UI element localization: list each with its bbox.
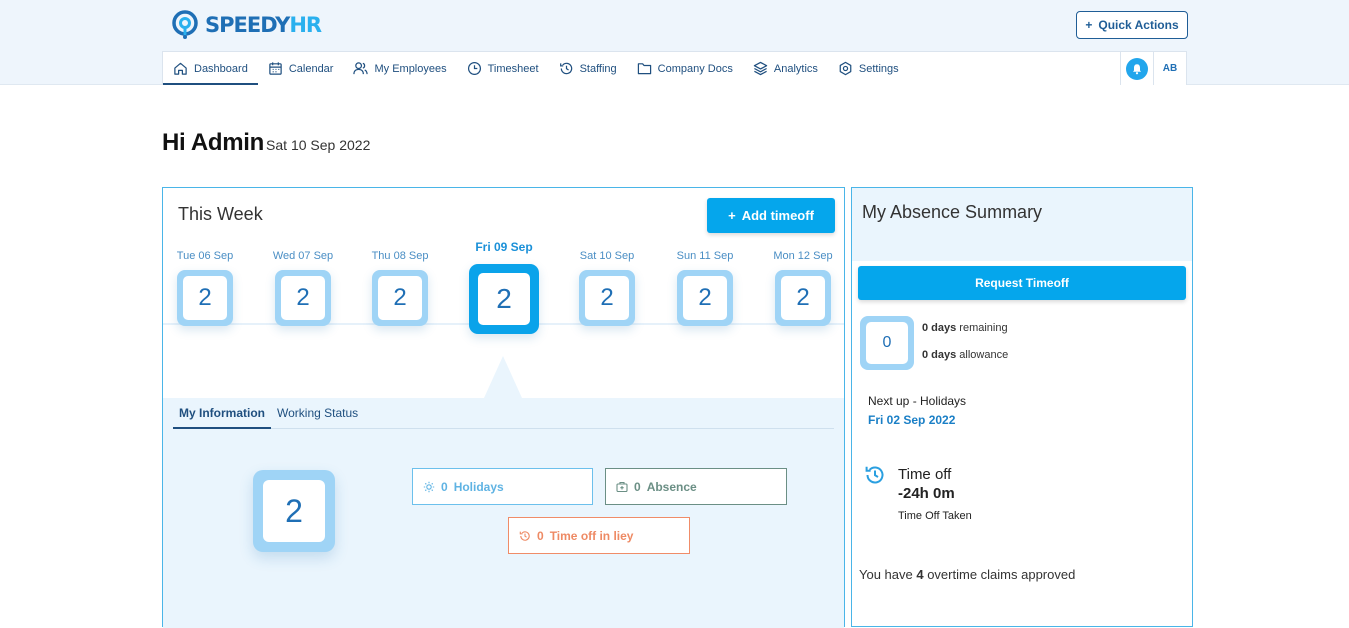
logo[interactable]: SPEEDYHR (170, 8, 322, 42)
top-header: SPEEDYHR + Quick Actions Dashboard Calen… (0, 0, 1349, 85)
tab-working-status[interactable]: Working Status (271, 406, 364, 429)
medical-bag-icon (616, 481, 628, 492)
layers-icon (753, 61, 768, 76)
main-nav: Dashboard Calendar My Employees Timeshee… (162, 51, 1187, 85)
bell-icon (1126, 57, 1148, 80)
notifications-button[interactable] (1120, 52, 1153, 85)
day-sun-11[interactable]: Sun 11 Sep 2 (665, 250, 745, 326)
info-panel: My Information Working Status 2 0 Holida… (163, 398, 844, 628)
next-up-label: Next up - Holidays (868, 394, 967, 408)
avatar[interactable]: AB (1153, 52, 1186, 85)
days-remaining-box: 0 (860, 316, 914, 370)
home-icon (174, 62, 187, 75)
plus-icon: + (728, 208, 736, 223)
overtime-claims: You have 4 overtime claims approved (859, 567, 1076, 582)
logo-text: SPEEDYHR (205, 13, 322, 37)
day-fri-09-selected[interactable]: Fri 09 Sep 2 (464, 240, 544, 334)
nav-item-calendar[interactable]: Calendar (258, 52, 344, 85)
info-tabs: My Information Working Status (173, 406, 834, 429)
day-sat-10[interactable]: Sat 10 Sep 2 (567, 250, 647, 326)
next-up-date[interactable]: Fri 02 Sep 2022 (868, 413, 955, 427)
page-title: Hi Admin (162, 129, 265, 156)
nav-item-timesheet[interactable]: Timesheet (457, 52, 549, 85)
day-mon-12[interactable]: Mon 12 Sep 2 (763, 250, 843, 326)
summary-header: My Absence Summary (852, 188, 1192, 261)
day-count-box: 2 (579, 270, 635, 326)
nav-item-my-employees[interactable]: My Employees (343, 52, 456, 85)
day-count-box: 2 (775, 270, 831, 326)
nav-item-staffing[interactable]: Staffing (549, 52, 627, 85)
this-week-card: This Week + Add timeoff Tue 06 Sep 2 Wed… (162, 187, 845, 628)
selected-day-pointer (484, 356, 522, 398)
day-count-box: 2 (372, 270, 428, 326)
nav-item-dashboard[interactable]: Dashboard (163, 52, 258, 85)
history-icon (519, 530, 530, 541)
sun-icon (423, 481, 435, 492)
day-count-box: 2 (469, 264, 539, 334)
history-icon (865, 466, 884, 484)
day-tue-06[interactable]: Tue 06 Sep 2 (165, 250, 245, 326)
day-thu-08[interactable]: Thu 08 Sep 2 (360, 250, 440, 326)
this-week-title: This Week (178, 204, 263, 224)
greeting: Hi Admin Sat 10 Sep 2022 (162, 129, 370, 157)
plus-icon: + (1085, 18, 1093, 32)
users-icon (353, 62, 369, 75)
absence-stat[interactable]: 0 Absence (605, 468, 787, 505)
summary-title: My Absence Summary (862, 202, 1043, 222)
request-timeoff-button[interactable]: Request Timeoff (858, 266, 1186, 300)
nav-right: AB (1120, 52, 1186, 85)
gear-icon (839, 61, 852, 76)
tab-my-information[interactable]: My Information (173, 406, 271, 429)
days-allowance: 0 days allowance (922, 349, 1009, 361)
day-count-box: 2 (275, 270, 331, 326)
time-off-in-lieu-stat[interactable]: 0 Time off in liey (508, 517, 690, 554)
holidays-stat[interactable]: 0 Holidays (412, 468, 593, 505)
time-off-taken-label: Time Off Taken (898, 510, 972, 522)
add-timeoff-button[interactable]: + Add timeoff (707, 198, 835, 233)
nav-item-settings[interactable]: Settings (828, 52, 909, 85)
logo-mark-icon (172, 10, 198, 39)
folder-icon (637, 63, 651, 75)
clock-icon (467, 61, 481, 76)
time-off-label: Time off (898, 466, 952, 483)
current-date: Sat 10 Sep 2022 (266, 137, 371, 153)
day-count-box: 2 (177, 270, 233, 326)
nav-item-analytics[interactable]: Analytics (743, 52, 828, 85)
nav-item-company-docs[interactable]: Company Docs (627, 52, 743, 85)
history-icon (559, 62, 572, 75)
days-remaining: 0 days remaining (922, 322, 1008, 334)
absence-summary-card: My Absence Summary Request Timeoff 0 0 d… (851, 187, 1193, 627)
day-wed-07[interactable]: Wed 07 Sep 2 (263, 250, 343, 326)
time-off-value: -24h 0m (898, 485, 955, 502)
info-count-box: 2 (253, 470, 335, 552)
calendar-icon (269, 62, 282, 75)
quick-actions-button[interactable]: + Quick Actions (1076, 11, 1188, 39)
day-count-box: 2 (677, 270, 733, 326)
